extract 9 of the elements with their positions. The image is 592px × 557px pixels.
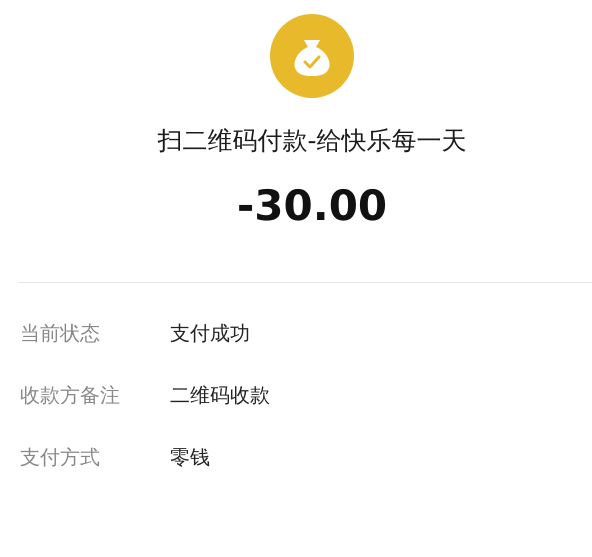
detail-value: 支付成功 <box>170 320 250 346</box>
detail-value: 二维码收款 <box>170 382 270 408</box>
detail-label: 收款方备注 <box>20 382 121 408</box>
money-bag-icon <box>270 14 354 98</box>
detail-label: 支付方式 <box>20 444 101 470</box>
payment-title: 扫二维码付款-给快乐每一天 <box>157 125 467 157</box>
payment-amount: -30.00 <box>236 181 388 230</box>
detail-label: 当前状态 <box>20 320 101 346</box>
detail-value: 零钱 <box>170 444 210 470</box>
